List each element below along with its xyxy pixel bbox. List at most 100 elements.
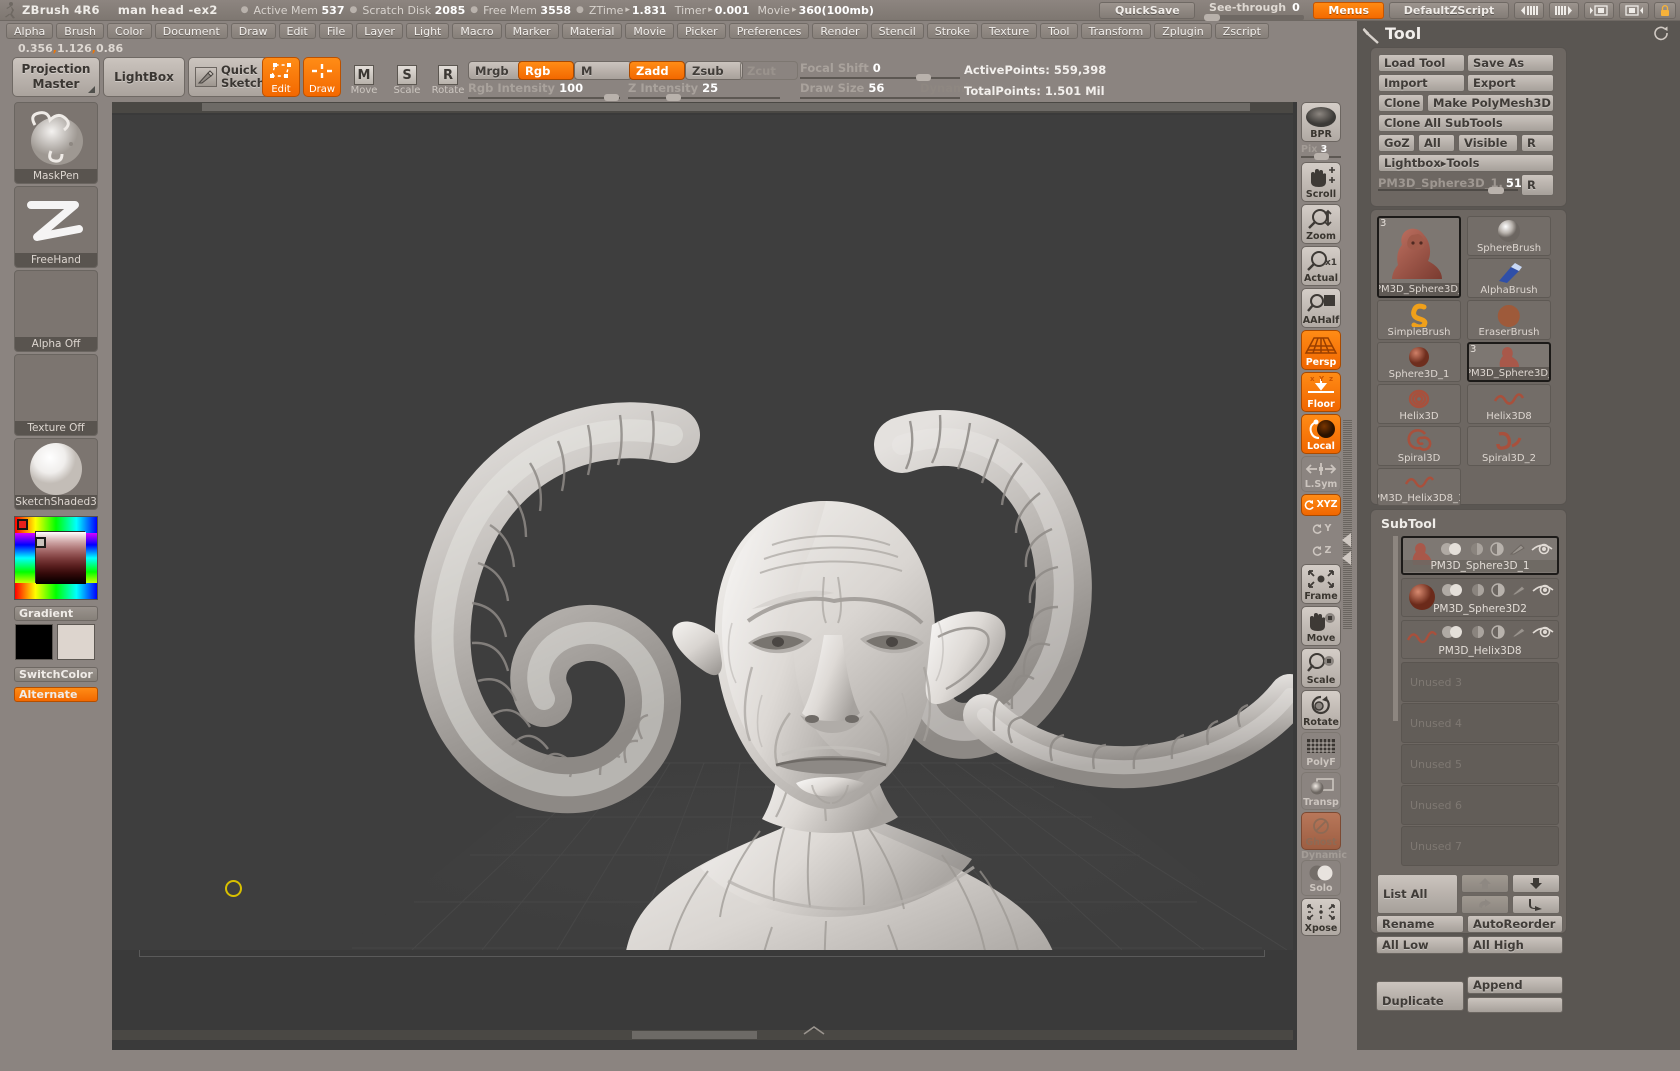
tool-thumb-simplebrush[interactable]: SimpleBrush	[1377, 300, 1461, 340]
subtool-unused-7[interactable]: Unused 7	[1401, 826, 1559, 866]
transp-button[interactable]: Transp	[1301, 772, 1341, 810]
brush-edit-icon[interactable]	[1510, 583, 1528, 597]
tool-thumb-eraserbrush[interactable]: EraserBrush	[1467, 300, 1551, 340]
xyz-button[interactable]: XYZ	[1301, 494, 1341, 516]
frame-button[interactable]: Frame	[1301, 564, 1341, 604]
menu-edit[interactable]: Edit	[278, 23, 316, 39]
shelf-scroll-arrows-icon[interactable]	[1341, 532, 1353, 566]
append-button[interactable]: Append	[1467, 976, 1563, 994]
menu-texture[interactable]: Texture	[980, 23, 1038, 39]
menu-brush[interactable]: Brush	[56, 23, 105, 39]
canvas-top-scroll-thumb[interactable]	[202, 103, 1250, 111]
subtool-unused-5[interactable]: Unused 5	[1401, 744, 1559, 784]
polyframe-button[interactable]: PolyF	[1301, 732, 1341, 770]
actual-button[interactable]: x1 Actual	[1301, 246, 1341, 286]
menu-zscript[interactable]: Zscript	[1214, 23, 1269, 39]
restore-config-icon[interactable]	[1584, 2, 1614, 19]
focal-shift-slider[interactable]: Focal Shift 0	[800, 61, 881, 75]
subtool-row-3[interactable]: PM3D_Helix3D8	[1401, 620, 1559, 659]
menu-light[interactable]: Light	[405, 23, 450, 39]
switch-color-button[interactable]: SwitchColor	[14, 667, 98, 682]
current-alpha-swatch[interactable]: Alpha Off	[14, 270, 98, 352]
tool-thumb-spiral3d-2[interactable]: Spiral3D_2	[1467, 426, 1551, 466]
lightbox-tools-button[interactable]: Lightbox▸Tools	[1378, 154, 1554, 172]
eye-visible-icon[interactable]	[1440, 583, 1466, 597]
tool-thumb-pm3d-sphere3d-1[interactable]: 3 PM3D_Sphere3D_	[1377, 216, 1461, 298]
draw-mode-button[interactable]: Draw	[303, 57, 341, 97]
secondary-color-swatch[interactable]	[57, 624, 95, 660]
lightbox-button[interactable]: LightBox	[103, 57, 185, 97]
canvas-top-scrollbar[interactable]	[112, 102, 1293, 113]
canvas-area[interactable]	[112, 102, 1297, 1050]
projection-master-button[interactable]: Projection Master	[12, 57, 100, 97]
prev-script-icon[interactable]	[1514, 2, 1544, 19]
scale-mode-button[interactable]: S Scale	[388, 57, 426, 97]
current-texture-swatch[interactable]: Texture Off	[14, 354, 98, 436]
xpose-button[interactable]: Xpose	[1301, 898, 1341, 936]
menu-draw[interactable]: Draw	[230, 23, 276, 39]
import-button[interactable]: Import	[1378, 74, 1465, 92]
menu-transform[interactable]: Transform	[1080, 23, 1152, 39]
menu-material[interactable]: Material	[561, 23, 623, 39]
see-through-track[interactable]	[1204, 14, 1305, 21]
smooth-shading-icon[interactable]	[1470, 625, 1486, 639]
save-config-icon[interactable]	[1619, 2, 1649, 19]
rgb-intensity-knob[interactable]	[604, 94, 619, 101]
menu-macro[interactable]: Macro	[452, 23, 502, 39]
focal-shift-knob[interactable]	[916, 74, 931, 81]
subtool-row-1-icons[interactable]	[1439, 542, 1553, 556]
export-button[interactable]: Export	[1467, 74, 1554, 92]
current-tool-slider[interactable]: PM3D_Sphere3D_1. 51	[1378, 174, 1522, 194]
menu-tool[interactable]: Tool	[1040, 23, 1078, 39]
menu-file[interactable]: File	[318, 23, 354, 39]
visible-r-button[interactable]: R	[1521, 134, 1554, 152]
subtool-row-2[interactable]: PM3D_Sphere3D2	[1401, 578, 1559, 617]
rgb-intensity-slider[interactable]: Rgb Intensity 100	[468, 81, 583, 95]
move-up-button[interactable]	[1461, 874, 1509, 893]
polyframe-toggle-icon[interactable]	[1490, 625, 1506, 639]
main-color-swatch[interactable]	[15, 624, 53, 660]
solo-button[interactable]: Solo	[1301, 860, 1341, 896]
preview-pix-knob[interactable]	[1314, 153, 1329, 160]
z-rotate-button[interactable]: Z	[1301, 540, 1341, 562]
canvas-bottom-scrollbar[interactable]	[112, 1026, 1293, 1040]
tool-thumb-helix3d8[interactable]: Helix3D8	[1467, 384, 1551, 424]
tool-thumb-spherebrush[interactable]: SphereBrush	[1467, 216, 1551, 256]
rename-button[interactable]: Rename	[1376, 915, 1464, 933]
visible-button[interactable]: Visible	[1458, 134, 1518, 152]
lock-icon[interactable]	[1654, 2, 1676, 19]
subtool-unused-3[interactable]: Unused 3	[1401, 662, 1559, 702]
menu-stroke[interactable]: Stroke	[926, 23, 978, 39]
reset-panel-icon[interactable]	[1653, 26, 1670, 43]
autoreorder-button[interactable]: AutoReorder	[1467, 915, 1563, 933]
tool-thumb-spiral3d[interactable]: Spiral3D	[1377, 426, 1461, 466]
subtool-unused-4[interactable]: Unused 4	[1401, 703, 1559, 743]
current-tool-knob[interactable]	[1488, 187, 1504, 194]
eye-toggle-icon[interactable]	[1532, 625, 1554, 639]
all-button[interactable]: All	[1418, 134, 1455, 152]
smooth-shading-icon[interactable]	[1469, 542, 1485, 556]
load-tool-button[interactable]: Load Tool	[1378, 54, 1465, 72]
quick-sketch-button[interactable]: Quick Sketch	[188, 57, 270, 97]
quicksave-button[interactable]: QuickSave	[1099, 2, 1196, 19]
current-brush-swatch[interactable]: MaskPen	[14, 102, 98, 184]
eye-visible-icon[interactable]	[1439, 542, 1465, 556]
next-script-icon[interactable]	[1549, 2, 1579, 19]
zoom-button[interactable]: Zoom	[1301, 204, 1341, 244]
scroll-button[interactable]: Scroll	[1301, 162, 1341, 202]
color-picker-hue-marker[interactable]	[17, 519, 28, 530]
menu-picker[interactable]: Picker	[676, 23, 726, 39]
rotate-mode-button[interactable]: R Rotate	[429, 57, 467, 97]
draw-size-slider[interactable]: Draw Size 56	[800, 81, 884, 95]
tool-thumb-pm3d-helix3d8-1[interactable]: PM3D_Helix3D8_1	[1377, 468, 1461, 506]
aahalf-button[interactable]: AAHalf	[1301, 288, 1341, 328]
alternate-button[interactable]: Alternate	[14, 687, 98, 702]
move-gizmo-button[interactable]: Move	[1301, 606, 1341, 646]
menu-render[interactable]: Render	[812, 23, 868, 39]
sculpt-viewport-render[interactable]	[112, 115, 1293, 950]
subtool-extra-button[interactable]	[1467, 997, 1563, 1013]
z-intensity-track[interactable]	[628, 97, 780, 99]
menu-preferences[interactable]: Preferences	[728, 23, 810, 39]
menu-marker[interactable]: Marker	[504, 23, 559, 39]
menu-zplugin[interactable]: Zplugin	[1154, 23, 1212, 39]
